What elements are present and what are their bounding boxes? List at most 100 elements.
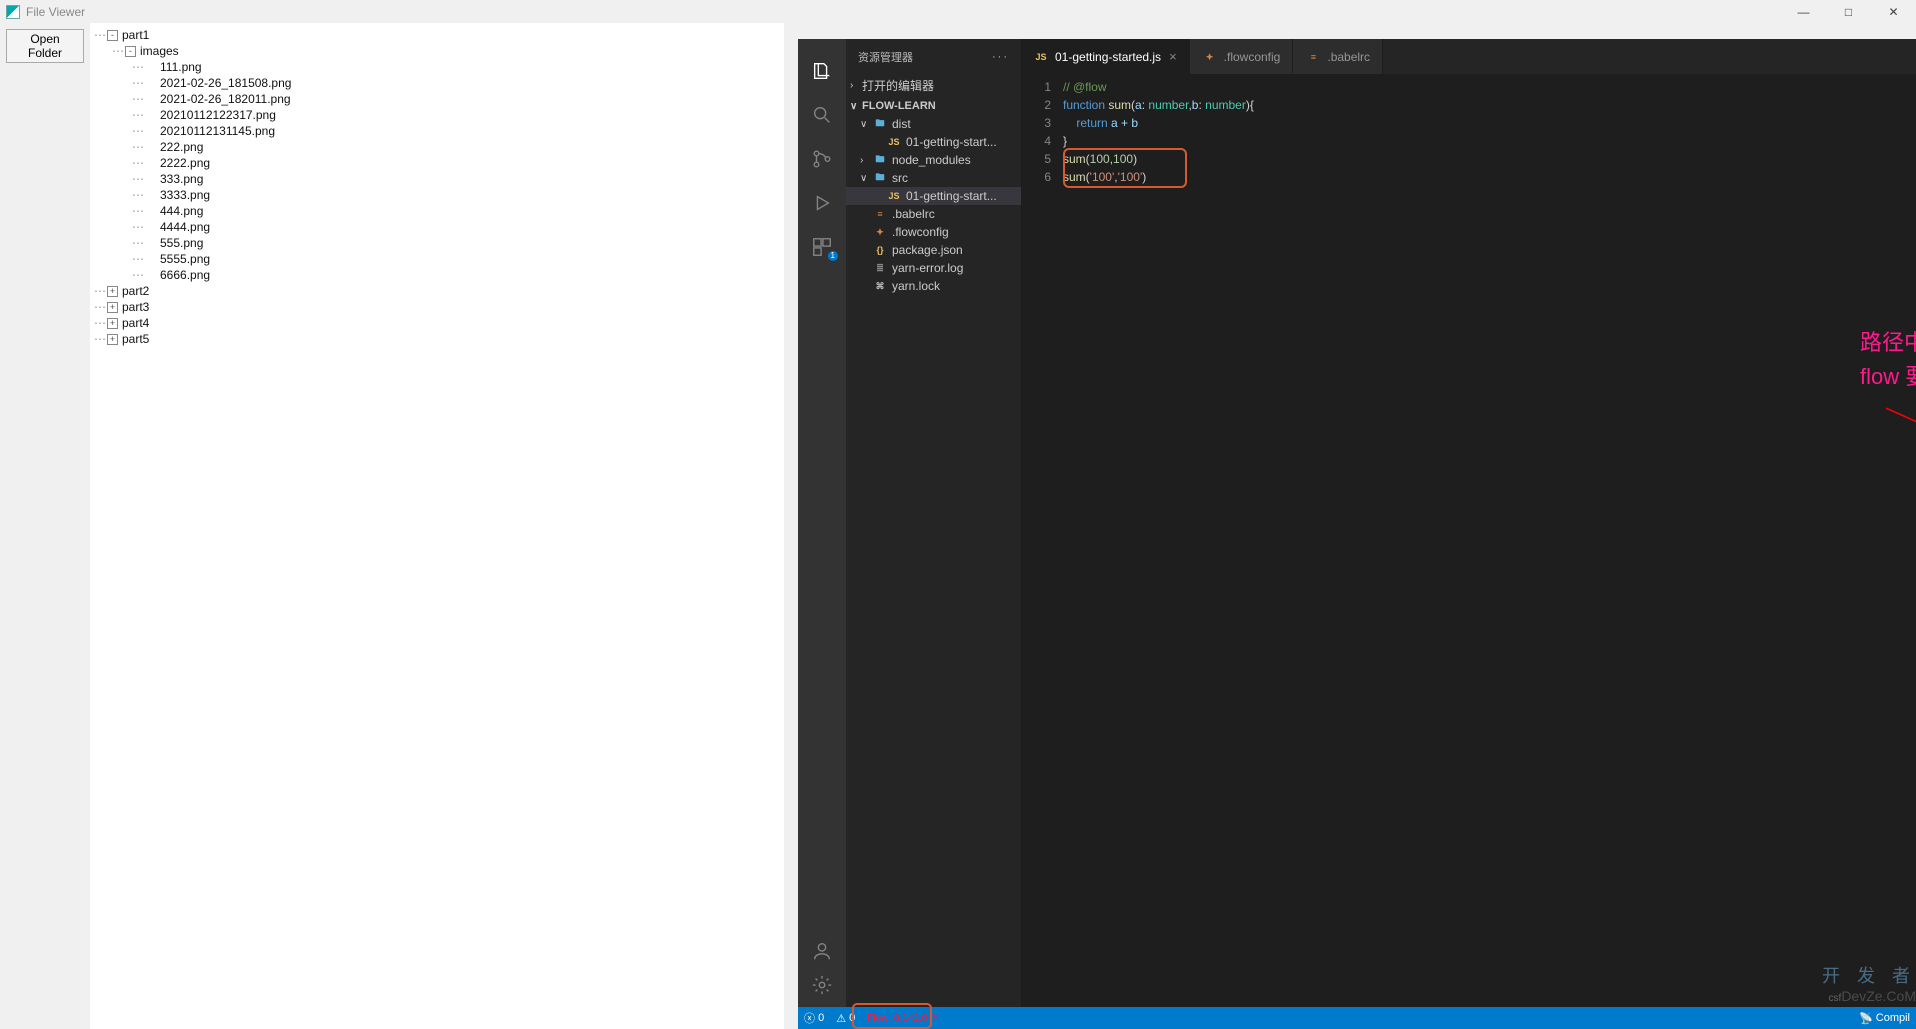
tree-item[interactable]: ⋯5555.png [90,251,784,267]
sidebar-item[interactable]: ∨🖿src [846,169,1021,187]
tree-item[interactable]: ⋯20210112122317.png [90,107,784,123]
close-button[interactable]: ✕ [1871,0,1916,23]
tree-item[interactable]: ⋯2021-02-26_181508.png [90,75,784,91]
line-number: 5 [1021,150,1051,168]
sidebar-item[interactable]: ≡.babelrc [846,205,1021,223]
file-viewer-scrollbar[interactable] [784,23,798,1029]
tree-leaf [145,158,156,169]
tree-leaf [145,254,156,265]
tree-item-label: 2222.png [160,155,210,171]
sidebar-item[interactable]: ∨🖿dist [846,115,1021,133]
tree-item[interactable]: ⋯-images [90,43,784,59]
editor-area: JS01-getting-started.js×🟆.flowconfig≡.ba… [1021,39,1916,1007]
tree-leaf [145,270,156,281]
tree-item[interactable]: ⋯4444.png [90,219,784,235]
activity-account-icon[interactable] [810,939,834,963]
sidebar-item[interactable]: ⌘yarn.lock [846,277,1021,295]
folder-icon: 🖿 [872,117,888,131]
sidebar-item[interactable]: JS01-getting-start... [846,187,1021,205]
expand-icon[interactable]: + [107,286,118,297]
sidebar-item-label: node_modules [892,153,971,167]
tree-item[interactable]: ⋯6666.png [90,267,784,283]
sidebar-item-label: 01-getting-start... [906,189,997,203]
project-section[interactable]: ∨ FLOW-LEARN [846,97,1021,115]
expand-icon[interactable]: + [107,318,118,329]
tree-item[interactable]: ⋯333.png [90,171,784,187]
tab-label: .flowconfig [1224,50,1281,64]
tree-item[interactable]: ⋯111.png [90,59,784,75]
open-folder-button[interactable]: Open Folder [6,29,84,63]
sidebar-item[interactable]: ≣yarn-error.log [846,259,1021,277]
minimize-button[interactable]: — [1781,0,1826,23]
vscode-window-controls: — □ ✕ [798,0,1916,23]
expand-icon[interactable]: + [107,334,118,345]
tree-item[interactable]: ⋯-part1 [90,27,784,43]
line-number: 4 [1021,132,1051,150]
tree-item[interactable]: ⋯+part5 [90,331,784,347]
open-editors-section[interactable]: › 打开的编辑器 [846,74,1021,97]
maximize-button[interactable]: □ [1826,0,1871,23]
tree-leaf [145,238,156,249]
tree-leaf [145,142,156,153]
tree-item[interactable]: ⋯444.png [90,203,784,219]
tree-item-label: 222.png [160,139,203,155]
activity-explorer-icon[interactable] [810,59,834,83]
tree-item[interactable]: ⋯+part2 [90,283,784,299]
status-bar: ⓧ 0 ⚠ 0 Flow: 0.142.0 ⟳ 📡 Compil [798,1007,1916,1029]
status-errors[interactable]: ⓧ 0 [798,1007,830,1029]
tree-item[interactable]: ⋯3333.png [90,187,784,203]
activity-search-icon[interactable] [810,103,834,127]
line-gutter: 123456 [1021,74,1063,1007]
vscode-window: — □ ✕ 1 [798,0,1916,1029]
tree-item[interactable]: ⋯+part3 [90,299,784,315]
extensions-badge: 1 [828,251,838,261]
status-warnings[interactable]: ⚠ 0 [830,1007,861,1029]
file-viewer-leftpanel: Open Folder [0,23,90,1029]
open-editors-label: 打开的编辑器 [862,77,934,94]
chevron-right-icon[interactable]: › [860,155,872,166]
tree-item[interactable]: ⋯2222.png [90,155,784,171]
editor-tab[interactable]: JS01-getting-started.js× [1021,39,1190,74]
status-flow[interactable]: Flow: 0.142.0 ⟳ [861,1007,944,1029]
tree-item[interactable]: ⋯20210112131145.png [90,123,784,139]
js-icon: JS [886,135,902,149]
tab-label: .babelrc [1327,50,1370,64]
chevron-down-icon[interactable]: ∨ [860,119,872,130]
tree-item-label: 5555.png [160,251,210,267]
tree-item[interactable]: ⋯+part4 [90,315,784,331]
sidebar-more-icon[interactable]: ··· [992,51,1009,63]
sidebar-item[interactable]: {}package.json [846,241,1021,259]
file-tree[interactable]: ⋯-part1⋯-images⋯111.png⋯2021-02-26_18150… [90,23,784,1029]
expand-icon[interactable]: + [107,302,118,313]
sidebar-tree: ∨🖿distJS01-getting-start...›🖿node_module… [846,115,1021,295]
sidebar-item-label: package.json [892,243,963,257]
code-lines: // @flow function sum(a: number,b: numbe… [1063,74,1916,1007]
tree-item[interactable]: ⋯2021-02-26_182011.png [90,91,784,107]
tab-close-icon[interactable]: × [1169,49,1177,64]
folder-icon: 🖿 [872,153,888,167]
tree-item[interactable]: ⋯222.png [90,139,784,155]
activity-settings-icon[interactable] [810,973,834,997]
tree-item-label: 20210112122317.png [160,107,276,123]
tree-item-label: part3 [122,299,149,315]
activity-debug-icon[interactable] [810,191,834,215]
activity-extensions-icon[interactable]: 1 [810,235,834,259]
code-editor[interactable]: 123456 // @flow function sum(a: number,b… [1021,74,1916,1007]
sidebar-item[interactable]: 🟆.flowconfig [846,223,1021,241]
status-compile[interactable]: 📡 Compil [1853,1012,1916,1025]
sidebar-item[interactable]: ›🖿 node_modules [846,151,1021,169]
tree-item-label: 555.png [160,235,203,251]
sidebar-item-label: 01-getting-start... [906,135,997,149]
chevron-down-icon[interactable]: ∨ [860,173,872,184]
project-name: FLOW-LEARN [862,100,936,112]
editor-tab[interactable]: 🟆.flowconfig [1190,39,1294,74]
editor-tab[interactable]: ≡.babelrc [1293,39,1383,74]
collapse-icon[interactable]: - [107,30,118,41]
sidebar-item[interactable]: JS 01-getting-start... [846,133,1021,151]
file-viewer-body: Open Folder ⋯-part1⋯-images⋯111.png⋯2021… [0,23,798,1029]
tree-item-label: 2021-02-26_181508.png [160,75,291,91]
tree-item[interactable]: ⋯555.png [90,235,784,251]
activity-source-control-icon[interactable] [810,147,834,171]
sidebar: 资源管理器 ··· › 打开的编辑器 ∨ FLOW-LEARN ∨🖿distJS… [846,39,1021,1007]
collapse-icon[interactable]: - [125,46,136,57]
